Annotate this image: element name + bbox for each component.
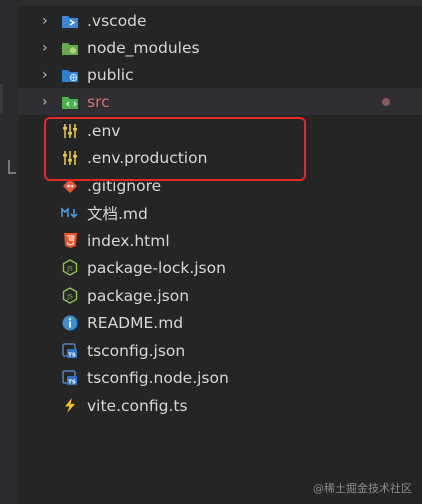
tree-item-label: package.json: [87, 286, 190, 305]
svg-text:JS: JS: [66, 266, 73, 273]
tree-item-package-lock-json-file[interactable]: JS package-lock.json: [18, 254, 422, 281]
tree-item-node-modules-folder[interactable]: › node_modules: [18, 34, 422, 61]
tree-item-label: README.md: [87, 313, 184, 332]
tree-item-readme-md-file[interactable]: README.md: [18, 309, 422, 336]
tree-item-label: node_modules: [87, 38, 200, 57]
info-icon: [61, 314, 79, 332]
watermark: @稀土掘金技术社区: [313, 482, 412, 495]
chevron-right-icon[interactable]: ›: [42, 14, 56, 28]
tree-item-tsconfig-node-json-file[interactable]: TS tsconfig.node.json: [18, 364, 422, 391]
svg-text:TS: TS: [68, 379, 76, 385]
nodejs-icon: JS: [61, 287, 79, 305]
activity-bar-icon[interactable]: [8, 160, 16, 174]
tree-item-tsconfig-json-file[interactable]: TS tsconfig.json: [18, 337, 422, 364]
tree-item-src-folder[interactable]: › src: [18, 88, 422, 115]
nodejs-icon: JS: [61, 259, 79, 277]
ts-config-icon: TS: [61, 369, 79, 387]
node-modules-folder-icon: [61, 39, 79, 57]
tree-item-label: tsconfig.node.json: [87, 368, 229, 387]
vscode-folder-icon: [61, 12, 79, 30]
tree-item-label: src: [87, 92, 110, 111]
explorer-header-edge: [18, 0, 422, 6]
tree-item-label: index.html: [87, 231, 170, 250]
tree-item-label: package-lock.json: [87, 258, 226, 277]
tree-item-label: 文档.md: [87, 204, 148, 223]
chevron-right-icon[interactable]: ›: [42, 41, 56, 55]
tree-item-vscode-folder[interactable]: › .vscode: [18, 7, 422, 34]
html5-icon: [61, 232, 79, 250]
tree-item-index-html-file[interactable]: index.html: [18, 227, 422, 254]
tree-item-label: .vscode: [87, 11, 147, 30]
tree-item-vite-config-ts-file[interactable]: vite.config.ts: [18, 392, 422, 419]
tree-item-label: vite.config.ts: [87, 396, 188, 415]
tree-item-label: public: [87, 65, 134, 84]
tree-item-package-json-file[interactable]: JS package.json: [18, 282, 422, 309]
tree-item-public-folder[interactable]: › public: [18, 61, 422, 88]
ts-config-icon: TS: [61, 342, 79, 360]
tree-item-doc-md-file[interactable]: 文档.md: [18, 199, 422, 226]
tree-item-label: tsconfig.json: [87, 341, 186, 360]
chevron-right-icon[interactable]: ›: [42, 95, 56, 109]
explorer-panel: › .vscode › node_modules › public › src: [18, 0, 422, 504]
highlight-box: [44, 117, 306, 181]
modified-dot-icon: [382, 98, 390, 106]
vite-icon: [61, 397, 79, 415]
src-folder-icon: [61, 93, 79, 111]
svg-text:JS: JS: [66, 294, 73, 301]
activity-bar: [0, 0, 18, 504]
chevron-right-icon[interactable]: ›: [42, 68, 56, 82]
markdown-icon: [61, 204, 79, 222]
public-folder-icon: [61, 66, 79, 84]
activity-bar-indicator: [0, 84, 3, 114]
svg-text:TS: TS: [68, 352, 76, 358]
